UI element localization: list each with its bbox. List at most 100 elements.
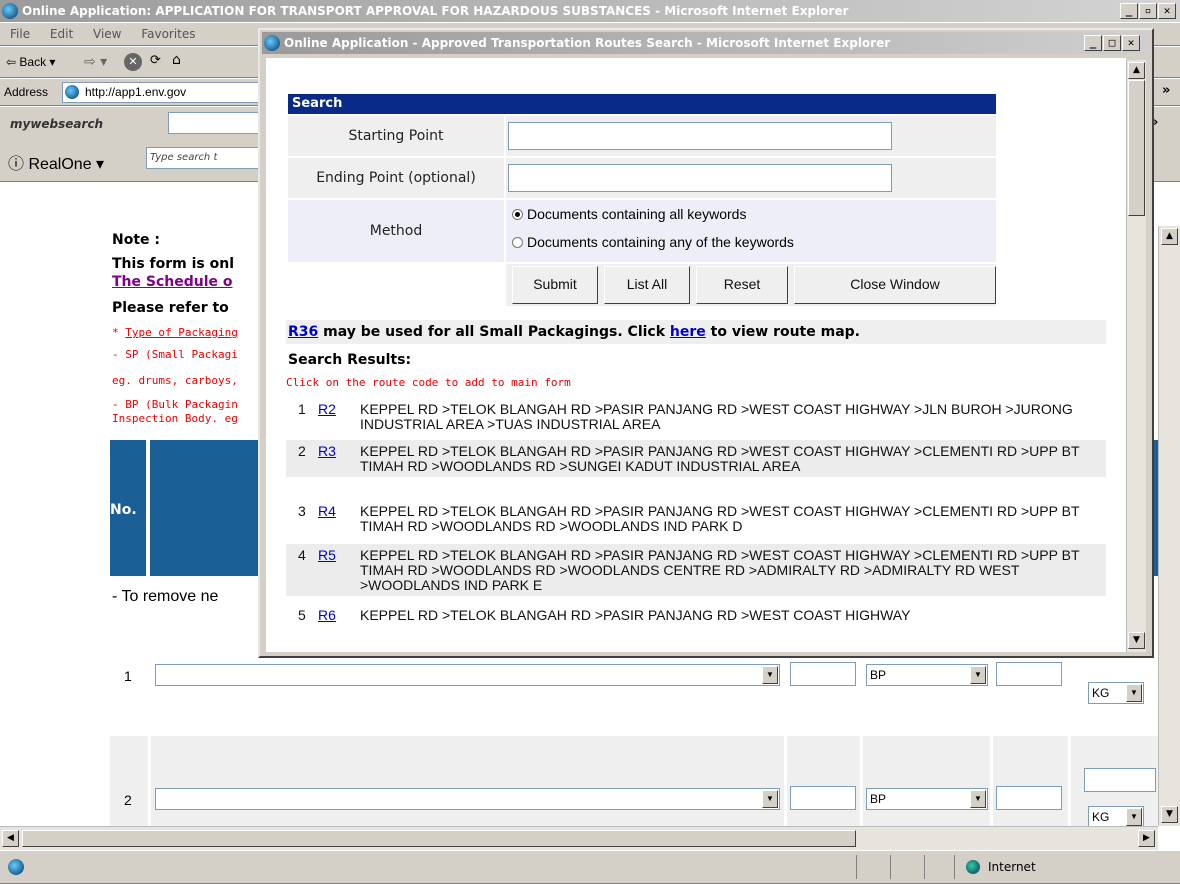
popup-scroll-thumb[interactable]: [1128, 80, 1145, 216]
home-icon[interactable]: ⌂: [172, 52, 181, 68]
menu-view[interactable]: View: [93, 23, 121, 45]
route-search-popup: Online Application - Approved Transporta…: [258, 28, 1154, 658]
results-list: 1 R2 KEPPEL RD >TELOK BLANGAH RD >PASIR PA…: [286, 398, 1116, 652]
popup-close-button[interactable]: ✕: [1122, 35, 1140, 51]
route-code-link[interactable]: R5: [318, 548, 336, 563]
reset-button[interactable]: Reset: [696, 266, 788, 304]
main-title-bar[interactable]: Online Application: APPLICATION FOR TRAN…: [0, 0, 1180, 22]
sp-note: - SP (Small Packagi: [112, 348, 238, 361]
packaging-value: BP: [870, 668, 887, 682]
zone-label: Internet: [988, 860, 1036, 874]
substance-select[interactable]: ▼: [155, 664, 780, 686]
result-row: 1 R2 KEPPEL RD >TELOK BLANGAH RD >PASIR PA…: [298, 401, 1073, 432]
chevron-down-icon[interactable]: ▼: [970, 666, 986, 684]
packaging-select[interactable]: BP ▼: [866, 664, 988, 686]
popup-maximize-button[interactable]: □: [1103, 35, 1121, 51]
status-divider: [954, 855, 955, 879]
r36-link[interactable]: R36: [288, 324, 318, 340]
chevron-down-icon[interactable]: ▼: [762, 666, 778, 684]
popup-vertical-scrollbar[interactable]: ▲ ▼: [1126, 60, 1146, 652]
back-button[interactable]: ⇦ Back ▾: [6, 55, 55, 69]
table-divider: [146, 440, 150, 576]
maximize-button[interactable]: ▫: [1139, 3, 1157, 19]
count-input[interactable]: [996, 786, 1062, 810]
toolbar-chevron[interactable]: »: [1162, 83, 1170, 98]
extra-input[interactable]: [1084, 768, 1156, 792]
radio-empty-icon[interactable]: [512, 237, 523, 248]
popup-scroll-up-button[interactable]: ▲: [1128, 62, 1145, 79]
radio-selected-icon[interactable]: [512, 209, 523, 220]
results-heading: Search Results:: [288, 352, 412, 368]
small-packaging-notice: R36 may be used for all Small Packagings…: [286, 320, 1106, 344]
unit-select[interactable]: KG ▼: [1088, 806, 1144, 826]
scroll-up-button[interactable]: ▲: [1161, 228, 1178, 245]
packaging-select[interactable]: BP ▼: [866, 788, 988, 810]
unit-select[interactable]: KG ▼: [1088, 682, 1144, 704]
method-option-all[interactable]: Documents containing all keywords: [512, 206, 746, 222]
schedule-link[interactable]: The Schedule o: [112, 274, 233, 290]
chevron-down-icon[interactable]: ▼: [762, 790, 778, 808]
quantity-input[interactable]: [790, 786, 856, 810]
popup-content: Search Starting Point Ending Point (opti…: [266, 58, 1126, 652]
close-button[interactable]: ✕: [1158, 3, 1176, 19]
mywebsearch-input[interactable]: [168, 112, 268, 134]
inspection-note: Inspection Body. eg: [112, 412, 238, 425]
count-input[interactable]: [996, 662, 1062, 686]
page-icon: [65, 85, 79, 99]
ie-icon: [2, 3, 18, 19]
chevron-down-icon[interactable]: ▼: [1126, 684, 1142, 702]
packaging-value: BP: [870, 792, 887, 806]
minimize-button[interactable]: _: [1120, 3, 1138, 19]
method-option-any[interactable]: Documents containing any of the keywords: [512, 234, 794, 250]
chevron-down-icon[interactable]: ▼: [970, 790, 986, 808]
popup-scroll-down-button[interactable]: ▼: [1128, 632, 1145, 649]
menu-edit[interactable]: Edit: [50, 23, 73, 45]
stop-icon[interactable]: ✕: [124, 53, 142, 71]
submit-button[interactable]: Submit: [512, 266, 598, 304]
menu-file[interactable]: File: [10, 23, 30, 45]
ending-point-label: Ending Point (optional): [288, 158, 504, 198]
forward-button[interactable]: ⇨ ▾: [84, 54, 107, 70]
starting-point-input[interactable]: [508, 122, 892, 150]
row-number: 2: [124, 792, 132, 808]
method-label: Method: [288, 200, 504, 262]
eg-note: eg. drums, carboys,: [112, 374, 238, 387]
notice-text: may be used for all Small Packagings. Cl…: [318, 324, 670, 340]
refresh-icon[interactable]: ⟳: [150, 53, 161, 68]
main-horizontal-scrollbar[interactable]: ◀ ▶: [0, 826, 1158, 850]
popup-title-bar[interactable]: Online Application - Approved Transporta…: [262, 32, 1150, 54]
route-code-link[interactable]: R2: [318, 402, 336, 417]
result-row: 2 R3 KEPPEL RD >TELOK BLANGAH RD >PASIR PA…: [286, 440, 1106, 477]
route-code-link[interactable]: R4: [318, 504, 336, 519]
unit-value: KG: [1092, 686, 1110, 700]
no-header: No.: [110, 502, 137, 518]
horizontal-scroll-thumb[interactable]: [22, 830, 856, 847]
realone-button[interactable]: ⓘ RealOne ▾: [8, 150, 104, 174]
quantity-input[interactable]: [790, 662, 856, 686]
row-divider: [990, 736, 993, 826]
row-number: 1: [124, 668, 132, 684]
list-all-button[interactable]: List All: [604, 266, 690, 304]
type-packaging-link[interactable]: * Type of Packaging: [112, 326, 238, 339]
remove-note: - To remove ne: [112, 588, 219, 605]
address-label: Address: [4, 85, 49, 99]
route-code-link[interactable]: R6: [318, 608, 336, 623]
scroll-right-button[interactable]: ▶: [1138, 830, 1155, 847]
realone-search-input[interactable]: Type search t: [146, 147, 266, 169]
popup-minimize-button[interactable]: _: [1084, 35, 1102, 51]
page-status-icon: [8, 859, 24, 875]
mywebsearch-label[interactable]: mywebsearch: [10, 117, 103, 131]
substance-select[interactable]: ▼: [155, 788, 780, 810]
address-input[interactable]: http://app1.env.gov: [62, 82, 272, 103]
scroll-left-button[interactable]: ◀: [2, 830, 19, 847]
row-divider: [148, 736, 151, 826]
main-vertical-scrollbar[interactable]: ▲ ▼: [1158, 226, 1180, 826]
close-window-button[interactable]: Close Window: [794, 266, 996, 304]
route-code-link[interactable]: R3: [318, 444, 336, 459]
chevron-down-icon[interactable]: ▼: [1126, 808, 1142, 826]
menu-favorites[interactable]: Favorites: [141, 23, 195, 45]
scroll-down-button[interactable]: ▼: [1161, 806, 1178, 823]
ending-point-input[interactable]: [508, 164, 892, 192]
please-refer-text: Please refer to: [112, 300, 229, 316]
route-map-link[interactable]: here: [670, 324, 706, 340]
